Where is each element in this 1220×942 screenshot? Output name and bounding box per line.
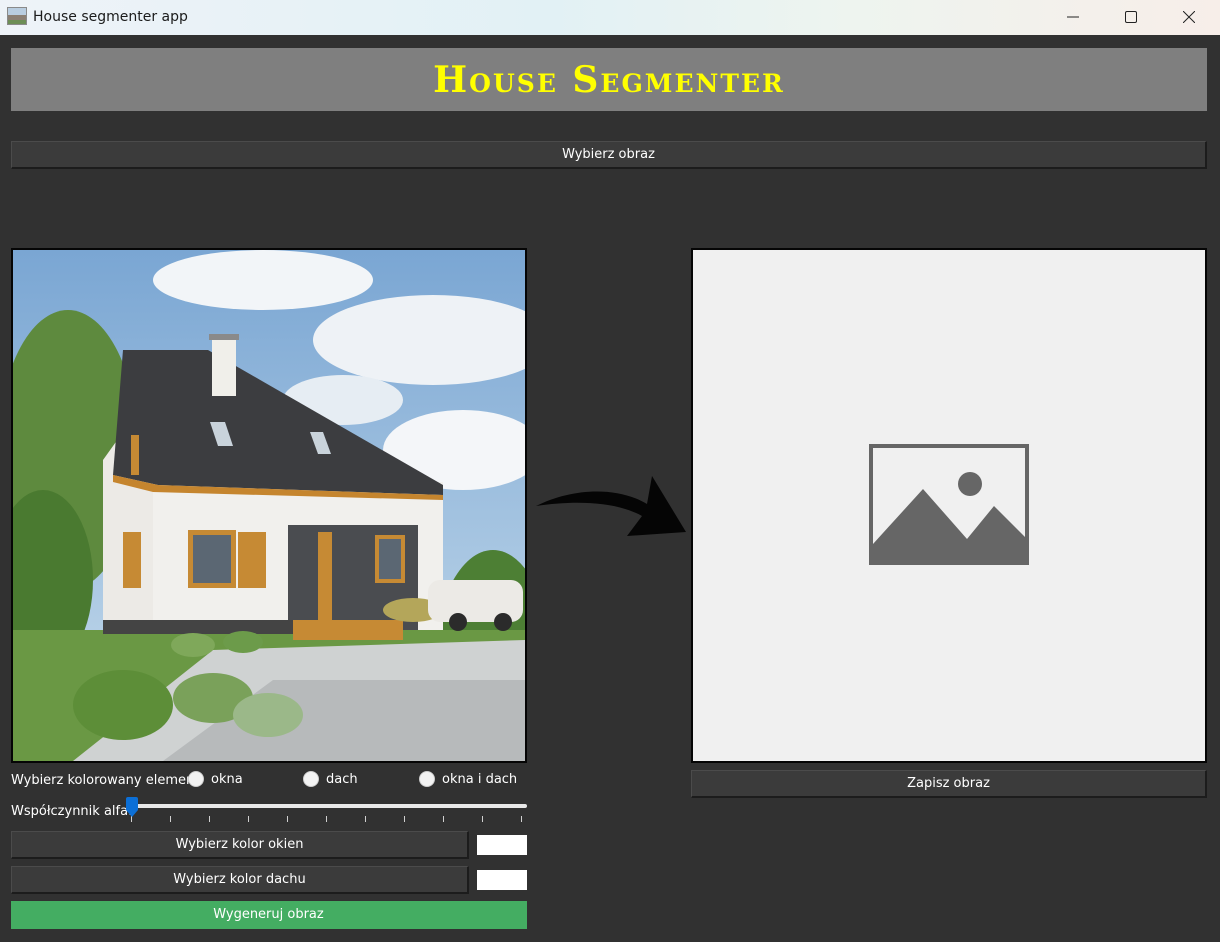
radio-button[interactable] bbox=[188, 771, 204, 787]
slider-handle[interactable] bbox=[125, 796, 139, 818]
roof-color-swatch bbox=[477, 870, 527, 890]
save-image-button[interactable]: Zapisz obraz bbox=[691, 770, 1207, 798]
maximize-icon bbox=[1125, 10, 1137, 23]
window-title: House segmenter app bbox=[33, 9, 188, 25]
app-icon bbox=[7, 7, 27, 25]
radio-button[interactable] bbox=[303, 771, 319, 787]
app-header: House Segmenter bbox=[11, 48, 1207, 111]
image-placeholder-icon bbox=[869, 444, 1029, 565]
minimize-button[interactable] bbox=[1044, 0, 1102, 33]
close-button[interactable] bbox=[1160, 0, 1218, 33]
minimize-icon bbox=[1067, 16, 1079, 17]
house-photo bbox=[13, 250, 525, 761]
window-titlebar: House segmenter app bbox=[0, 0, 1220, 35]
radio-label: okna bbox=[211, 771, 243, 787]
alpha-label: Współczynnik alfa: bbox=[11, 804, 133, 819]
radio-button[interactable] bbox=[419, 771, 435, 787]
close-icon bbox=[1183, 10, 1195, 23]
output-image-panel bbox=[691, 248, 1207, 763]
radio-okna[interactable]: okna bbox=[188, 771, 243, 787]
generate-image-button[interactable]: Wygeneruj obraz bbox=[11, 901, 527, 929]
radio-okna-i-dach[interactable]: okna i dach bbox=[419, 771, 517, 787]
window-color-swatch bbox=[477, 835, 527, 855]
radio-dach[interactable]: dach bbox=[303, 771, 358, 787]
alpha-slider[interactable] bbox=[124, 796, 528, 824]
radio-label: dach bbox=[326, 771, 358, 787]
radio-label: okna i dach bbox=[442, 771, 518, 787]
choose-image-button[interactable]: Wybierz obraz bbox=[11, 141, 1207, 169]
arrow-right-icon bbox=[536, 476, 686, 536]
roof-color-button[interactable]: Wybierz kolor dachu bbox=[11, 866, 469, 894]
app-title: House Segmenter bbox=[433, 58, 785, 101]
segment-choice-label: Wybierz kolorowany element: bbox=[11, 773, 204, 788]
input-image-panel bbox=[11, 248, 527, 763]
slider-ticks bbox=[131, 816, 523, 822]
window-color-button[interactable]: Wybierz kolor okien bbox=[11, 831, 469, 859]
slider-track bbox=[127, 804, 527, 808]
maximize-button[interactable] bbox=[1102, 0, 1160, 33]
